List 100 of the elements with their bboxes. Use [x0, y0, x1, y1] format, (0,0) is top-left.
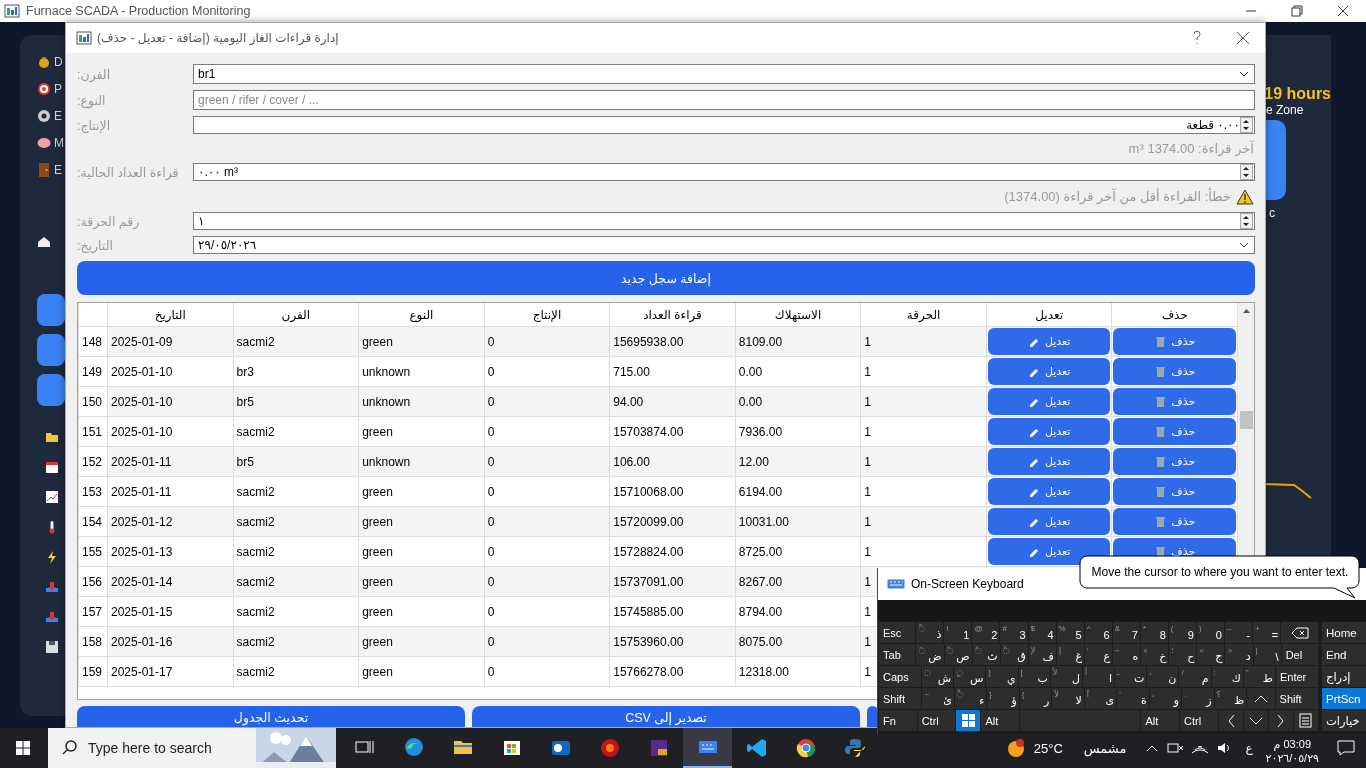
key[interactable]: + =: [1253, 622, 1281, 643]
key[interactable]: % 5: [1056, 622, 1084, 643]
sidebar-button[interactable]: [37, 334, 65, 366]
key[interactable]: Alt: [1141, 710, 1180, 731]
weather-text[interactable]: مشمس: [1083, 740, 1127, 756]
temperature-text[interactable]: 25°C: [1033, 740, 1063, 756]
key[interactable]: Shift: [1275, 688, 1318, 709]
key[interactable]: End: [1322, 644, 1366, 665]
python-icon[interactable]: [843, 737, 866, 759]
key[interactable]: ◌ً ص: [944, 644, 972, 665]
language-indicator[interactable]: ع: [1245, 741, 1253, 755]
key[interactable]: > د: [1225, 644, 1253, 665]
scrollbar-thumb[interactable]: [1240, 411, 1253, 429]
key[interactable]: لإ ف: [1028, 644, 1056, 665]
sidebar-item[interactable]: E: [54, 109, 62, 123]
key[interactable]: Ctrl: [1180, 710, 1218, 731]
key[interactable]: [1268, 710, 1293, 731]
key[interactable]: × خ: [1141, 644, 1169, 665]
key[interactable]: / م: [1179, 666, 1211, 687]
key[interactable]: ! 1: [944, 622, 972, 643]
key[interactable]: ◌َ ض: [916, 644, 944, 665]
search-field[interactable]: Type here to search: [48, 728, 336, 768]
key[interactable]: ◌ٍ س: [954, 666, 986, 687]
action-button[interactable]: تصدير إلى CSV: [472, 706, 860, 727]
key[interactable]: ◌ِ ش: [922, 666, 954, 687]
network-icon[interactable]: [1166, 741, 1185, 755]
key[interactable]: لأ ل: [1050, 666, 1082, 687]
key[interactable]: ؟ ظ: [1214, 688, 1247, 709]
dropdown[interactable]: br1: [193, 64, 1255, 84]
sidebar-button[interactable]: [37, 374, 65, 406]
key[interactable]: ◌ْ ء: [954, 688, 987, 709]
sidebar-item[interactable]: M: [54, 136, 64, 150]
key[interactable]: [1218, 710, 1243, 731]
key[interactable]: PrtScn: [1322, 688, 1366, 709]
add-button[interactable]: إضافة سجل جديد: [77, 261, 1255, 295]
key[interactable]: & 7: [1112, 622, 1140, 643]
key[interactable]: خيارات: [1322, 710, 1366, 731]
spin-box[interactable]: ١: [193, 212, 1255, 230]
input-field[interactable]: green / rifer / cover / ...: [193, 90, 1255, 110]
key[interactable]: Enter: [1275, 666, 1318, 687]
key[interactable]: * 8: [1140, 622, 1168, 643]
delete-button[interactable]: حذف: [1113, 508, 1236, 535]
key[interactable]: < ج: [1197, 644, 1225, 665]
delete-button[interactable]: حذف: [1113, 418, 1236, 445]
spin-box[interactable]: ٠.٠٠ m³: [193, 163, 1255, 181]
delete-button[interactable]: حذف: [1113, 388, 1236, 415]
key[interactable]: Home: [1322, 622, 1366, 643]
browser-icon[interactable]: [794, 737, 817, 759]
key[interactable]: إدراج: [1322, 666, 1366, 687]
clock[interactable]: 03:09 م ٢٠٢٦/٠٥/٢٩: [1265, 731, 1319, 765]
edit-button[interactable]: تعديل: [987, 508, 1111, 535]
key[interactable]: آ ى: [1084, 688, 1117, 709]
delete-button[interactable]: حذف: [1113, 448, 1236, 475]
action-button[interactable]: [867, 706, 878, 727]
key[interactable]: ◌ٌ ق: [1000, 644, 1028, 665]
key[interactable]: [1281, 622, 1318, 643]
key[interactable]: @ 2: [972, 622, 1000, 643]
key[interactable]: Caps: [879, 666, 922, 687]
chevron-down-icon[interactable]: [1238, 240, 1250, 250]
delete-button[interactable]: حذف: [1113, 478, 1236, 505]
sidebar-item[interactable]: D: [54, 55, 63, 69]
key[interactable]: } ؤ: [987, 688, 1019, 709]
key[interactable]: Del: [1281, 644, 1318, 665]
sidebar-item[interactable]: E: [54, 163, 62, 177]
key[interactable]: ، و: [1149, 688, 1182, 709]
edit-button[interactable]: تعديل: [987, 388, 1111, 415]
key[interactable]: ‘ ع: [1085, 644, 1113, 665]
key[interactable]: # 3: [1000, 622, 1028, 643]
key[interactable]: ◌ّ ذ: [916, 622, 944, 643]
spin-box[interactable]: ٠.٠٠ قطعة: [193, 116, 1255, 134]
key[interactable]: Ctrl: [917, 710, 956, 731]
key[interactable]: ؛ ح: [1169, 644, 1197, 665]
edit-button[interactable]: تعديل: [987, 478, 1111, 505]
key[interactable]: ] ي: [986, 666, 1018, 687]
key[interactable]: [1243, 710, 1268, 731]
key[interactable]: $ 4: [1028, 622, 1056, 643]
edit-button[interactable]: تعديل: [987, 448, 1111, 475]
key[interactable]: ◌ُ ث: [972, 644, 1000, 665]
key[interactable]: | \: [1253, 644, 1281, 665]
key[interactable]: { ر: [1019, 688, 1052, 709]
key[interactable]: [1293, 710, 1318, 731]
key[interactable]: ) 0: [1196, 622, 1224, 643]
key[interactable]: Alt: [981, 710, 1020, 731]
edit-button[interactable]: تعديل: [987, 328, 1111, 355]
key[interactable]: : ك: [1211, 666, 1243, 687]
edit-button[interactable]: تعديل: [987, 538, 1111, 565]
key[interactable]: Esc: [879, 622, 916, 643]
key[interactable]: لآ لا: [1052, 688, 1084, 709]
notification-icon[interactable]: [1336, 738, 1356, 758]
key[interactable]: – -: [1224, 622, 1253, 643]
key[interactable]: ^ 6: [1084, 622, 1112, 643]
key[interactable]: Tab: [879, 644, 916, 665]
sidebar-button[interactable]: [37, 294, 65, 326]
code-editor-icon[interactable]: [745, 737, 768, 759]
browser-icon[interactable]: [402, 737, 425, 759]
chevron-down-icon[interactable]: [1238, 69, 1250, 79]
key[interactable]: ، ن: [1147, 666, 1179, 687]
key[interactable]: [ ب: [1018, 666, 1050, 687]
key[interactable]: Shift: [878, 688, 922, 709]
key[interactable]: ( 9: [1168, 622, 1196, 643]
